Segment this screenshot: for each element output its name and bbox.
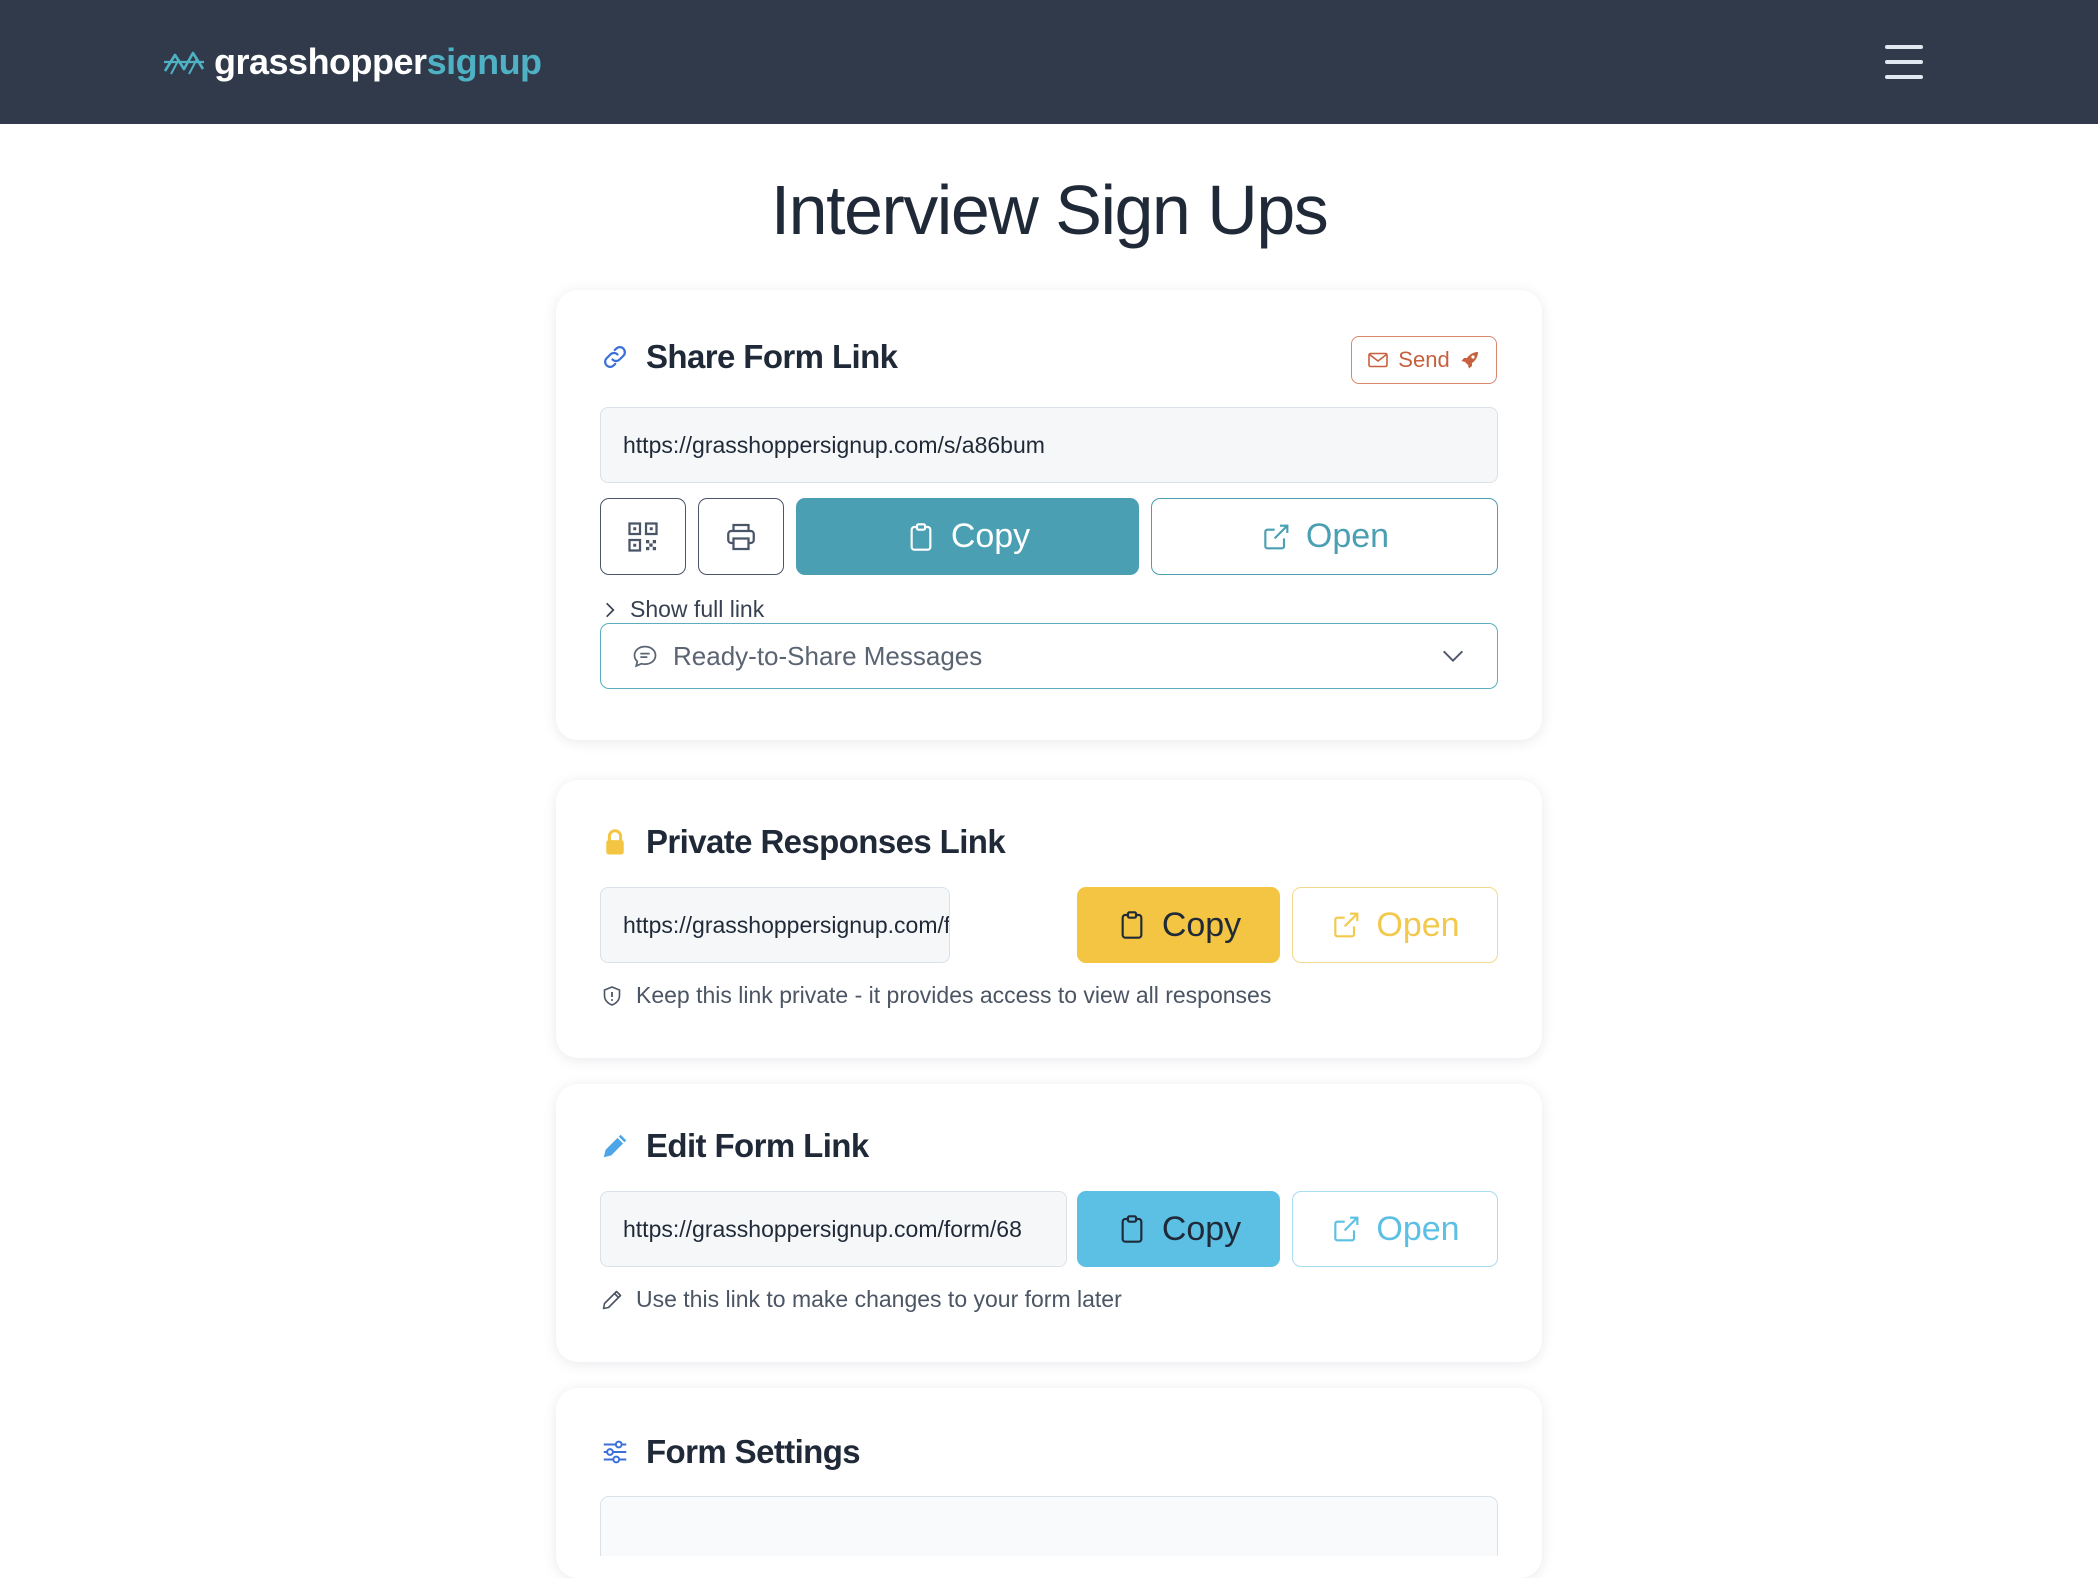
sliders-icon <box>603 1440 627 1464</box>
pencil-icon <box>603 1134 627 1158</box>
edit-card-title: Edit Form Link <box>646 1127 869 1164</box>
private-url-value: https://grasshoppersignup.com/forms/6 <box>623 911 950 938</box>
clipboard-icon <box>1121 1215 1143 1243</box>
show-full-link-toggle[interactable]: Show full link <box>600 596 764 623</box>
share-url-field[interactable]: https://grasshoppersignup.com/s/a86bum <box>600 407 1498 483</box>
private-open-label: Open <box>1376 905 1460 944</box>
grasshopper-logo-icon <box>163 51 205 75</box>
clipboard-icon <box>1121 911 1143 939</box>
show-full-link-label: Show full link <box>630 596 765 622</box>
brand-name-part1: grasshopper <box>214 41 427 82</box>
private-url-field[interactable]: https://grasshoppersignup.com/forms/6 <box>600 887 950 963</box>
hamburger-menu-icon[interactable] <box>1880 40 1928 84</box>
print-button[interactable] <box>698 498 784 575</box>
share-open-label: Open <box>1305 517 1390 555</box>
link-icon <box>604 346 626 368</box>
share-url-value: https://grasshoppersignup.com/s/a86bum <box>623 431 1045 458</box>
settings-card-title: Form Settings <box>646 1433 861 1470</box>
edit-open-button[interactable]: Open <box>1292 1191 1498 1267</box>
brand-name-part2: signup <box>426 41 542 82</box>
form-settings-card: Form Settings <box>556 1388 1542 1578</box>
private-copy-label: Copy <box>1161 905 1242 944</box>
share-copy-button[interactable]: Copy <box>796 498 1139 575</box>
send-button-label: Send <box>1398 347 1450 372</box>
share-card-header: Share Form Link <box>600 338 898 376</box>
edit-link-hint: Use this link to make changes to your fo… <box>600 1286 1122 1313</box>
share-form-link-card: Share Form Link Send https://grasshopper… <box>556 290 1542 740</box>
private-hint-text: Keep this link private - it provides acc… <box>636 982 1272 1008</box>
private-responses-link-card: Private Responses Link https://grasshopp… <box>556 780 1542 1058</box>
rocket-icon <box>1461 352 1478 369</box>
private-card-header: Private Responses Link <box>600 823 1006 861</box>
external-link-icon <box>1334 912 1359 938</box>
external-link-icon <box>1334 1216 1359 1242</box>
edit-form-link-card: Edit Form Link https://grasshoppersignup… <box>556 1084 1542 1362</box>
share-open-button[interactable]: Open <box>1151 498 1498 575</box>
edit-url-field[interactable]: https://grasshoppersignup.com/form/68 <box>600 1191 1067 1267</box>
brand-logo[interactable]: grasshoppersignup <box>162 38 542 86</box>
private-open-button[interactable]: Open <box>1292 887 1498 963</box>
pencil-outline-icon <box>602 1290 622 1309</box>
envelope-icon <box>1368 352 1389 368</box>
qr-code-button[interactable] <box>600 498 686 575</box>
private-card-title: Private Responses Link <box>646 823 1006 860</box>
external-link-icon <box>1264 524 1289 549</box>
ready-to-share-messages-dropdown[interactable]: Ready-to-Share Messages <box>600 623 1498 689</box>
chat-bubble-icon <box>633 645 657 668</box>
send-button[interactable]: Send <box>1351 336 1497 384</box>
lock-icon <box>606 829 624 855</box>
edit-hint-text: Use this link to make changes to your fo… <box>636 1286 1122 1312</box>
messages-dropdown-label: Ready-to-Share Messages <box>673 640 983 671</box>
private-copy-button[interactable]: Copy <box>1077 887 1280 963</box>
chevron-right-icon <box>606 602 615 617</box>
edit-open-label: Open <box>1376 1209 1460 1248</box>
private-link-hint: Keep this link private - it provides acc… <box>600 982 1271 1009</box>
share-card-title: Share Form Link <box>646 338 898 375</box>
shield-icon <box>603 985 621 1006</box>
page-title: Interview Sign Ups <box>770 171 1329 249</box>
settings-card-header: Form Settings <box>600 1433 861 1471</box>
top-navbar: grasshoppersignup <box>0 0 2098 124</box>
share-copy-label: Copy <box>950 517 1031 555</box>
qr-code-icon <box>628 521 658 552</box>
edit-copy-button[interactable]: Copy <box>1077 1191 1280 1267</box>
edit-copy-label: Copy <box>1161 1209 1242 1248</box>
chevron-down-icon <box>1443 650 1463 662</box>
edit-card-header: Edit Form Link <box>600 1127 869 1165</box>
clipboard-icon <box>910 522 932 551</box>
printer-icon <box>727 523 755 550</box>
edit-url-value: https://grasshoppersignup.com/form/68 <box>623 1215 1022 1242</box>
brand-name: grasshoppersignup <box>214 38 542 86</box>
settings-section-panel <box>600 1496 1498 1556</box>
